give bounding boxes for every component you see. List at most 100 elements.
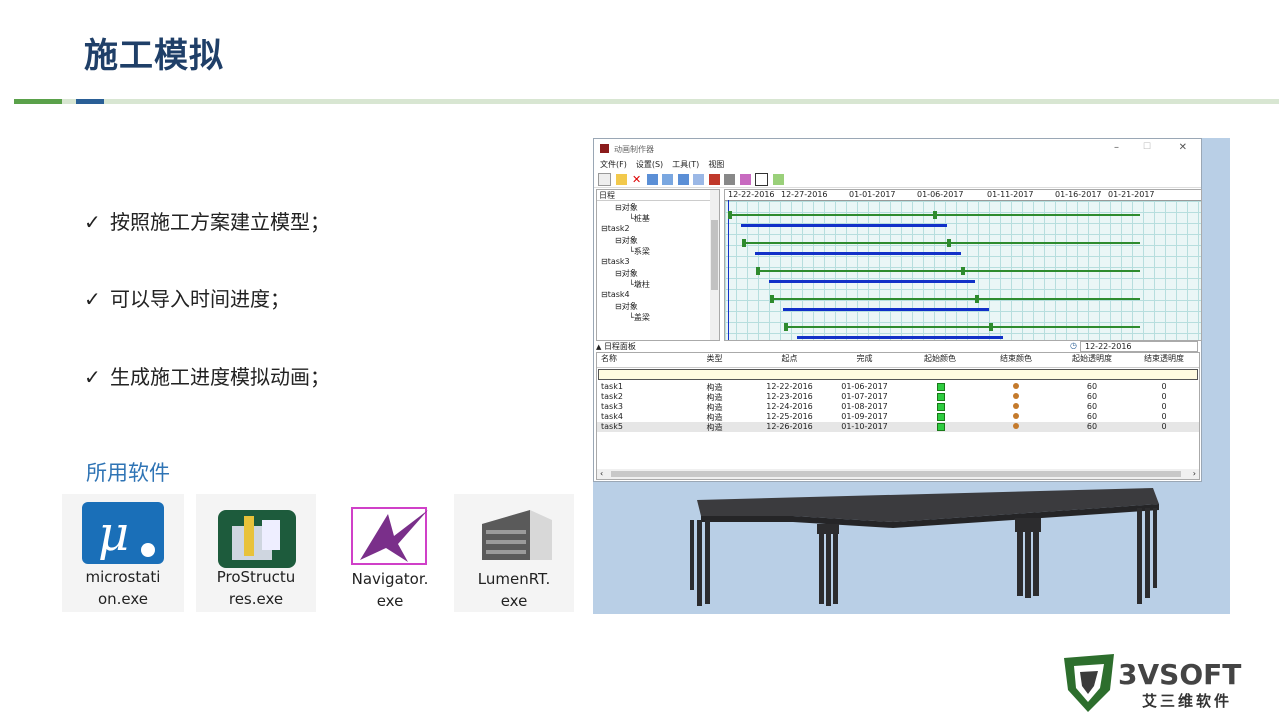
gantt-bar-blue[interactable]	[755, 252, 961, 255]
collapse-arrow-icon[interactable]: ▲	[596, 343, 601, 351]
task-indent-icon[interactable]	[662, 174, 674, 185]
start-color-swatch[interactable]	[937, 383, 945, 391]
export-icon[interactable]	[724, 174, 736, 185]
table-row[interactable]: task3 构造 12-24-2016 01-08-2017 60 0	[597, 402, 1199, 412]
task-outdent-icon[interactable]	[677, 174, 689, 185]
open-folder-icon[interactable]	[615, 174, 627, 185]
prostructures-icon	[218, 510, 296, 568]
menu-file[interactable]: 文件(F)	[600, 160, 627, 169]
cell-end: 01-07-2017	[841, 392, 888, 401]
gantt-milestone[interactable]	[947, 239, 951, 247]
menu-view[interactable]: 视图	[708, 160, 724, 169]
gantt-bar-green[interactable]	[770, 298, 1140, 300]
gantt-milestone[interactable]	[975, 295, 979, 303]
tree-item[interactable]: └系梁	[629, 246, 650, 257]
software-lumenrt: LumenRT. exe	[454, 494, 574, 612]
filter-row[interactable]	[598, 369, 1198, 380]
current-date-field[interactable]: 12-22-2016	[1080, 341, 1198, 352]
gantt-milestone[interactable]	[742, 239, 746, 247]
tree-item[interactable]: └盖梁	[629, 312, 650, 323]
gantt-bar-green[interactable]	[742, 242, 1140, 244]
gantt-milestone[interactable]	[728, 211, 732, 219]
col-start-color[interactable]: 起始颜色	[902, 353, 978, 364]
tree-item[interactable]: ⊟task3	[601, 257, 630, 266]
bullet-item: ✓ 生成施工进度模拟动画；	[84, 365, 330, 389]
gantt-milestone[interactable]	[770, 295, 774, 303]
preview-icon[interactable]	[755, 173, 769, 186]
horizontal-scrollbar[interactable]: ‹ ›	[597, 469, 1199, 479]
tree-item[interactable]: ⊟task2	[601, 224, 630, 233]
import-icon[interactable]	[708, 174, 720, 185]
app-icon	[600, 144, 609, 153]
gantt-milestone[interactable]	[756, 267, 760, 275]
start-color-swatch[interactable]	[937, 413, 945, 421]
delete-icon[interactable]: ✕	[631, 174, 642, 185]
gantt-date-header: 12-22-2016 12-27-2016 01-01-2017 01-06-2…	[725, 190, 1201, 201]
gantt-date: 01-11-2017	[987, 190, 1034, 199]
task-link-icon[interactable]	[693, 174, 705, 185]
svg-text:3VSOFT: 3VSOFT	[1118, 658, 1241, 691]
tree-scrollbar[interactable]	[710, 190, 719, 340]
minimize-button[interactable]: –	[1114, 142, 1119, 153]
tool-icon[interactable]	[739, 174, 751, 185]
end-color-paint-icon[interactable]	[1013, 393, 1019, 399]
tree-item[interactable]: ⊟对象	[615, 268, 638, 279]
table-row[interactable]: task5 构造 12-26-2016 01-10-2017 60 0	[597, 422, 1199, 432]
software-microstation: μ microstati on.exe	[62, 494, 184, 612]
gantt-milestone[interactable]	[961, 267, 965, 275]
gantt-milestone[interactable]	[989, 323, 993, 331]
table-row[interactable]: task4 构造 12-25-2016 01-09-2017 60 0	[597, 412, 1199, 422]
tree-item[interactable]: ⊟对象	[615, 301, 638, 312]
end-color-paint-icon[interactable]	[1013, 383, 1019, 389]
cell-end-alpha: 0	[1161, 402, 1167, 411]
table-row[interactable]: task1 构造 12-22-2016 01-06-2017 60 0	[597, 382, 1199, 392]
gantt-today-line	[728, 200, 729, 340]
col-end-alpha[interactable]: 结束透明度	[1130, 353, 1198, 364]
col-start-alpha[interactable]: 起始透明度	[1054, 353, 1130, 364]
cell-start: 12-24-2016	[766, 402, 813, 411]
new-icon[interactable]	[598, 173, 611, 186]
col-end-color[interactable]: 结束颜色	[978, 353, 1054, 364]
cell-start-alpha: 60	[1086, 382, 1098, 391]
microstation-icon: μ	[82, 502, 164, 564]
menu-settings[interactable]: 设置(S)	[636, 160, 663, 169]
tree-item[interactable]: ⊟对象	[615, 235, 638, 246]
end-color-paint-icon[interactable]	[1013, 403, 1019, 409]
col-end[interactable]: 完成	[827, 353, 902, 364]
end-color-paint-icon[interactable]	[1013, 423, 1019, 429]
render-icon[interactable]	[773, 174, 785, 185]
gantt-bar-blue[interactable]	[741, 224, 947, 227]
gantt-milestone[interactable]	[784, 323, 788, 331]
start-color-swatch[interactable]	[937, 393, 945, 401]
tree-item[interactable]: ⊟对象	[615, 202, 638, 213]
cell-end-alpha: 0	[1161, 422, 1167, 431]
gantt-bar-blue[interactable]	[783, 308, 989, 311]
menu-tools[interactable]: 工具(T)	[672, 160, 699, 169]
start-color-swatch[interactable]	[937, 423, 945, 431]
table-row[interactable]: task2 构造 12-23-2016 01-07-2017 60 0	[597, 392, 1199, 402]
gantt-milestone[interactable]	[933, 211, 937, 219]
gantt-bar-blue[interactable]	[797, 336, 1003, 339]
task-add-icon[interactable]	[646, 174, 658, 185]
gantt-date: 01-21-2017	[1108, 190, 1155, 199]
col-start[interactable]: 起点	[752, 353, 827, 364]
gantt-bar-blue[interactable]	[769, 280, 975, 283]
cell-end-alpha: 0	[1161, 392, 1167, 401]
tree-item[interactable]: └桩基	[629, 213, 650, 224]
col-type[interactable]: 类型	[677, 353, 752, 364]
tree-item[interactable]: └墩柱	[629, 279, 650, 290]
tree-item[interactable]: ⊟task4	[601, 290, 630, 299]
schedule-tree: 日程 ⊟对象 └桩基 ⊟task2 ⊟对象 └系梁 ⊟task3 ⊟对象 └墩柱 ⊟task4 ⊟…	[596, 189, 720, 341]
gantt-bar-green[interactable]	[756, 270, 1140, 272]
cell-end-alpha: 0	[1161, 412, 1167, 421]
cell-start-alpha: 60	[1086, 402, 1098, 411]
maximize-button[interactable]: ☐	[1143, 142, 1151, 152]
close-button[interactable]: ✕	[1179, 142, 1187, 153]
start-color-swatch[interactable]	[937, 403, 945, 411]
date-clock-icon[interactable]: ◷	[1070, 341, 1077, 350]
bullet-item: ✓ 按照施工方案建立模型；	[84, 210, 330, 234]
3vsoft-logo: 3VSOFT 艾三维软件	[1064, 654, 1241, 712]
gantt-bar-green[interactable]	[784, 326, 1140, 328]
end-color-paint-icon[interactable]	[1013, 413, 1019, 419]
col-name[interactable]: 名称	[597, 353, 681, 364]
